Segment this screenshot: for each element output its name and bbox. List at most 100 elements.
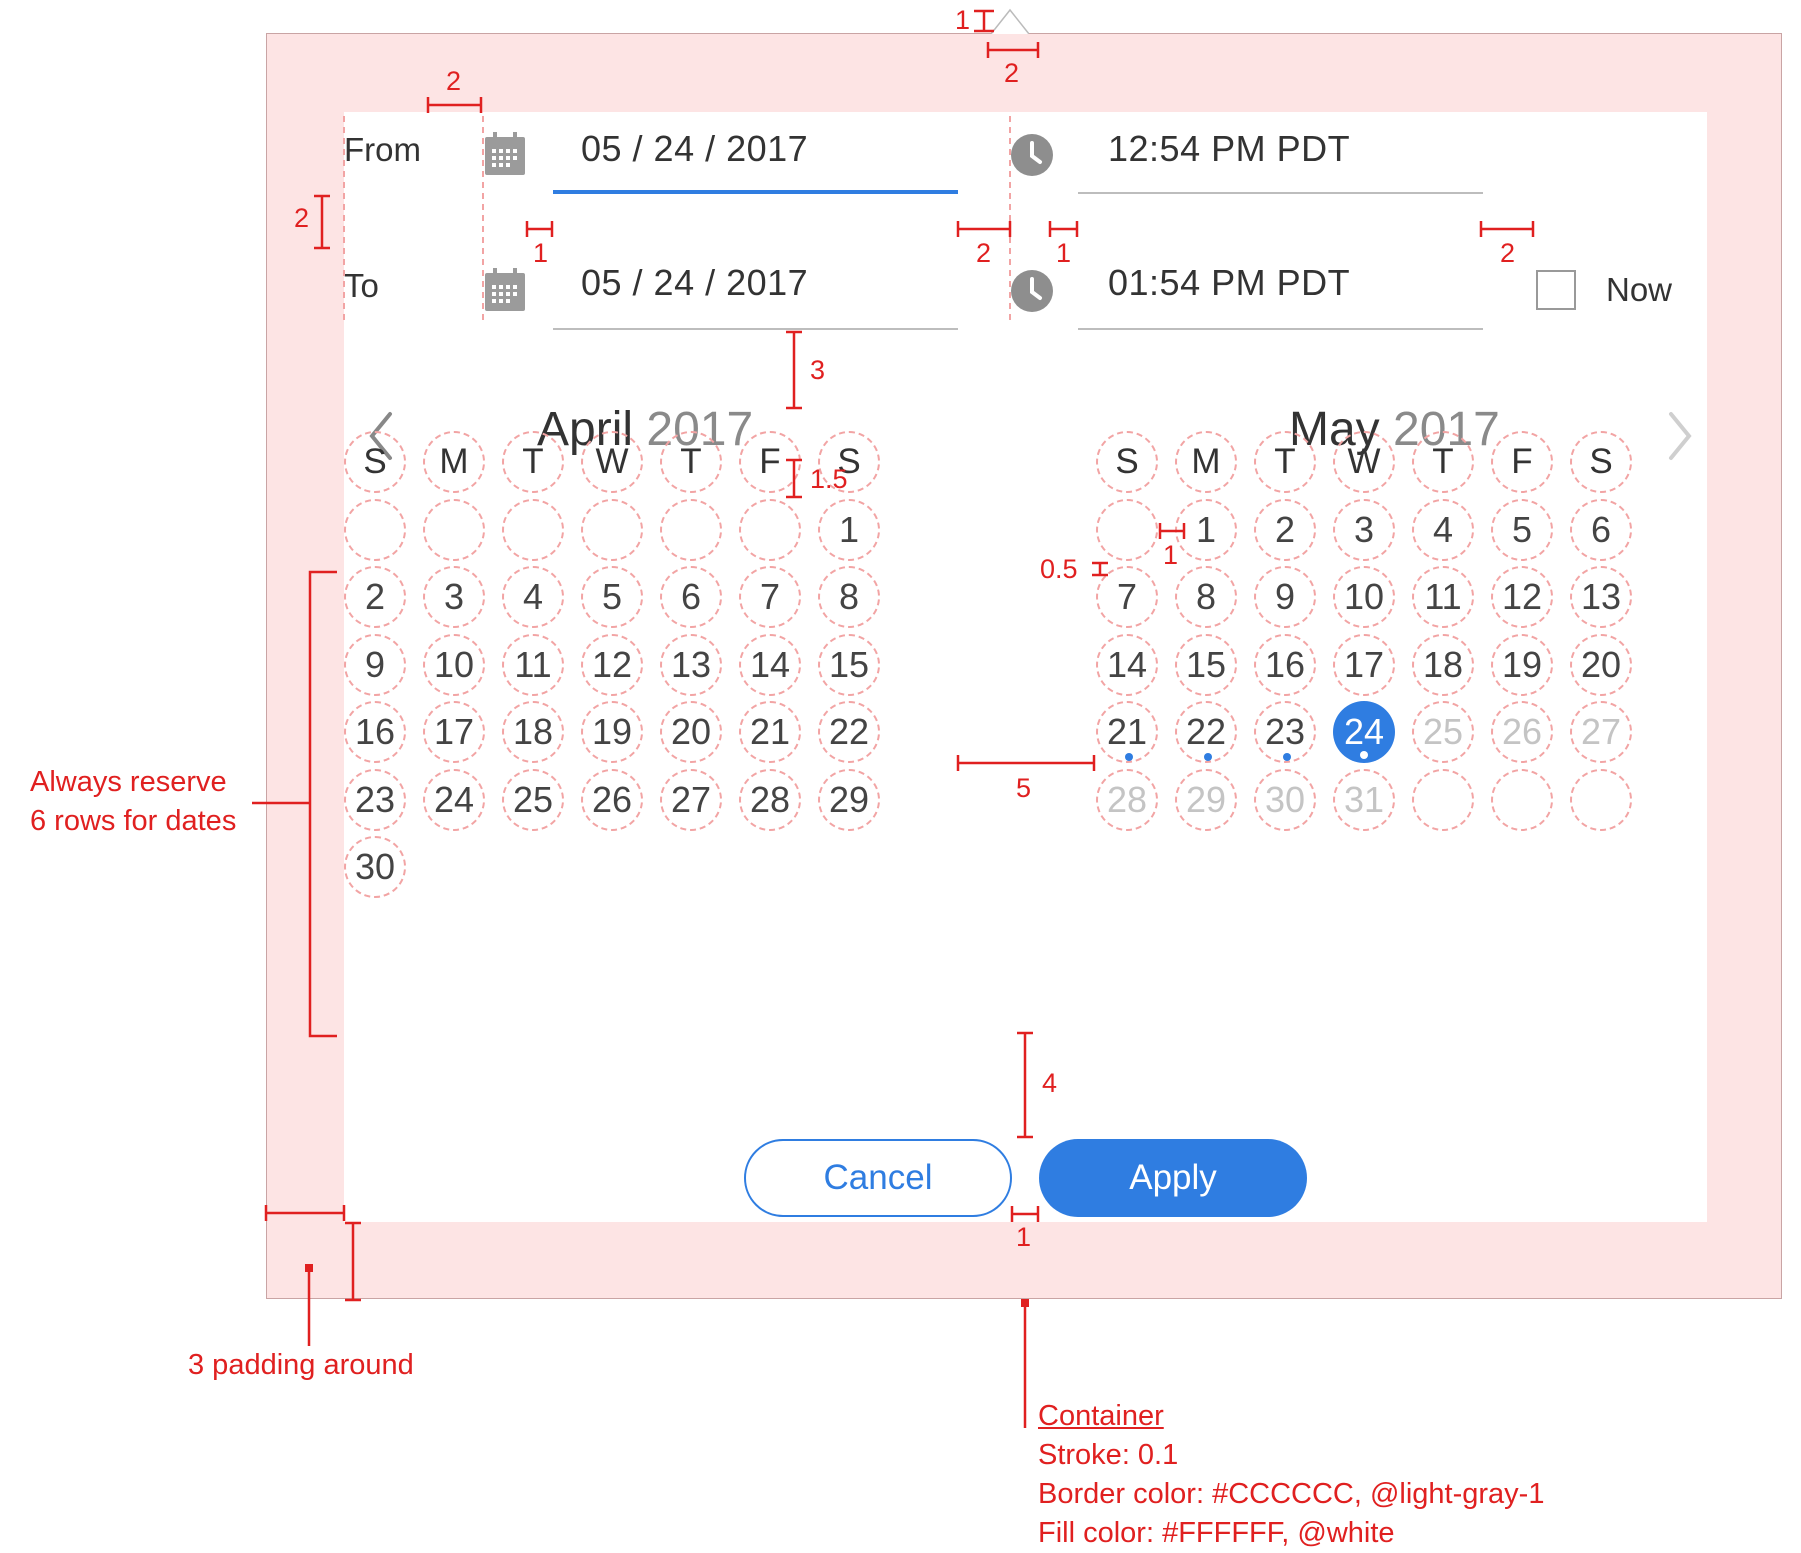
day-cell[interactable]: 10 bbox=[1333, 566, 1395, 628]
day-cell[interactable]: 26 bbox=[1491, 701, 1553, 763]
day-cell[interactable]: 1 bbox=[818, 498, 880, 561]
from-date-input[interactable]: 05 / 24 / 2017 bbox=[581, 128, 808, 170]
day-cell[interactable]: 31 bbox=[1333, 768, 1395, 831]
annotation: 3 bbox=[810, 355, 826, 385]
day-cell[interactable]: 22 bbox=[1175, 701, 1237, 763]
day-cell[interactable]: 13 bbox=[660, 633, 722, 696]
day-cell[interactable]: 25 bbox=[502, 768, 564, 831]
day-cell[interactable]: 24 bbox=[423, 768, 485, 831]
day-cell[interactable]: 21 bbox=[739, 701, 801, 763]
day-cell[interactable]: 2 bbox=[1254, 498, 1316, 561]
weekday-header: S bbox=[1570, 431, 1632, 493]
day-cell[interactable]: 8 bbox=[818, 566, 880, 628]
day-cell[interactable]: 20 bbox=[660, 701, 722, 763]
annotation-padding: 3 padding around bbox=[188, 1349, 414, 1381]
day-cell[interactable]: 27 bbox=[1570, 701, 1632, 763]
day-cell[interactable]: 17 bbox=[423, 701, 485, 763]
day-cell[interactable]: 4 bbox=[502, 566, 564, 628]
day-cell[interactable]: 7 bbox=[739, 566, 801, 628]
day-cell[interactable]: 27 bbox=[660, 768, 722, 831]
day-cell[interactable]: 23 bbox=[1254, 701, 1316, 763]
annotation: 1 bbox=[1163, 540, 1179, 570]
day-cell[interactable]: 15 bbox=[1175, 633, 1237, 696]
cancel-button[interactable]: Cancel bbox=[744, 1139, 1012, 1217]
annotation: 1 bbox=[1016, 1222, 1032, 1252]
empty-day-cell bbox=[1570, 768, 1632, 831]
day-cell[interactable]: 30 bbox=[344, 836, 406, 898]
day-cell[interactable]: 14 bbox=[739, 633, 801, 696]
empty-day-cell bbox=[1096, 498, 1158, 561]
day-cell[interactable]: 19 bbox=[581, 701, 643, 763]
annotation: 4 bbox=[1042, 1068, 1058, 1098]
day-cell[interactable]: 28 bbox=[739, 768, 801, 831]
day-cell[interactable]: 28 bbox=[1096, 768, 1158, 831]
day-cell[interactable]: 5 bbox=[581, 566, 643, 628]
day-cell[interactable]: 8 bbox=[1175, 566, 1237, 628]
day-cell[interactable]: 30 bbox=[1254, 768, 1316, 831]
day-cell[interactable]: 5 bbox=[1491, 498, 1553, 561]
apply-button[interactable]: Apply bbox=[1039, 1139, 1307, 1217]
day-cell[interactable]: 14 bbox=[1096, 633, 1158, 696]
day-cell[interactable]: 1 bbox=[1175, 498, 1237, 561]
day-cell[interactable]: 21 bbox=[1096, 701, 1158, 763]
day-cell[interactable]: 18 bbox=[1412, 633, 1474, 696]
clock-icon[interactable] bbox=[1011, 270, 1053, 312]
day-cell[interactable]: 17 bbox=[1333, 633, 1395, 696]
to-label: To bbox=[344, 267, 379, 304]
event-dot bbox=[1283, 753, 1291, 761]
event-dot bbox=[1125, 753, 1133, 761]
from-time-input[interactable]: 12:54 PM PDT bbox=[1108, 128, 1350, 170]
day-cell[interactable]: 2 bbox=[344, 566, 406, 628]
day-cell[interactable]: 10 bbox=[423, 633, 485, 696]
day-cell[interactable]: 11 bbox=[502, 633, 564, 696]
annotation: 5 bbox=[1016, 773, 1032, 803]
now-checkbox[interactable] bbox=[1536, 270, 1576, 310]
to-date-underline bbox=[553, 328, 958, 330]
day-cell[interactable]: 16 bbox=[344, 701, 406, 763]
annotation: 1 bbox=[1056, 238, 1072, 268]
day-cell[interactable]: 6 bbox=[660, 566, 722, 628]
day-cell[interactable]: 23 bbox=[344, 768, 406, 831]
day-cell[interactable]: 3 bbox=[1333, 498, 1395, 561]
day-cell[interactable]: 6 bbox=[1570, 498, 1632, 561]
day-cell[interactable]: 29 bbox=[1175, 768, 1237, 831]
calendar-icon[interactable] bbox=[484, 132, 526, 176]
day-cell[interactable]: 4 bbox=[1412, 498, 1474, 561]
day-cell[interactable]: 20 bbox=[1570, 633, 1632, 696]
month-title-april: April 2017 bbox=[537, 402, 753, 457]
weekday-header: F bbox=[739, 431, 801, 493]
day-cell[interactable]: 29 bbox=[818, 768, 880, 831]
clock-icon[interactable] bbox=[1011, 134, 1053, 176]
weekday-header: S bbox=[1096, 431, 1158, 493]
day-cell[interactable]: 18 bbox=[502, 701, 564, 763]
day-cell[interactable]: 15 bbox=[818, 633, 880, 696]
empty-day-cell bbox=[344, 498, 406, 561]
day-cell[interactable]: 12 bbox=[1491, 566, 1553, 628]
day-cell[interactable]: 12 bbox=[581, 633, 643, 696]
weekday-header: M bbox=[1175, 431, 1237, 493]
calendar-icon[interactable] bbox=[484, 268, 526, 312]
day-cell[interactable]: 25 bbox=[1412, 701, 1474, 763]
to-time-input[interactable]: 01:54 PM PDT bbox=[1108, 262, 1350, 304]
day-cell[interactable]: 9 bbox=[1254, 566, 1316, 628]
day-cell[interactable]: 3 bbox=[423, 566, 485, 628]
chevron-right-icon[interactable] bbox=[1659, 408, 1699, 464]
popover-caret bbox=[991, 8, 1029, 34]
day-cell[interactable]: 19 bbox=[1491, 633, 1553, 696]
day-cell-selected[interactable]: 24 bbox=[1333, 701, 1395, 763]
empty-day-cell bbox=[660, 498, 722, 561]
day-cell[interactable]: 7 bbox=[1096, 566, 1158, 628]
annotation: 2 bbox=[446, 66, 462, 96]
annotation-reserve-rows: Always reserve 6 rows for dates bbox=[30, 766, 237, 837]
to-date-input[interactable]: 05 / 24 / 2017 bbox=[581, 262, 808, 304]
day-cell[interactable]: 11 bbox=[1412, 566, 1474, 628]
empty-day-cell bbox=[581, 498, 643, 561]
day-cell[interactable]: 26 bbox=[581, 768, 643, 831]
weekday-header: W bbox=[1333, 431, 1395, 493]
day-cell[interactable]: 16 bbox=[1254, 633, 1316, 696]
day-cell[interactable]: 22 bbox=[818, 701, 880, 763]
day-cell[interactable]: 9 bbox=[344, 633, 406, 696]
date-range-picker: From 05 / 24 / 2017 12:54 PM PDT To 05 /… bbox=[344, 112, 1707, 1222]
from-time-underline bbox=[1078, 192, 1483, 194]
day-cell[interactable]: 13 bbox=[1570, 566, 1632, 628]
